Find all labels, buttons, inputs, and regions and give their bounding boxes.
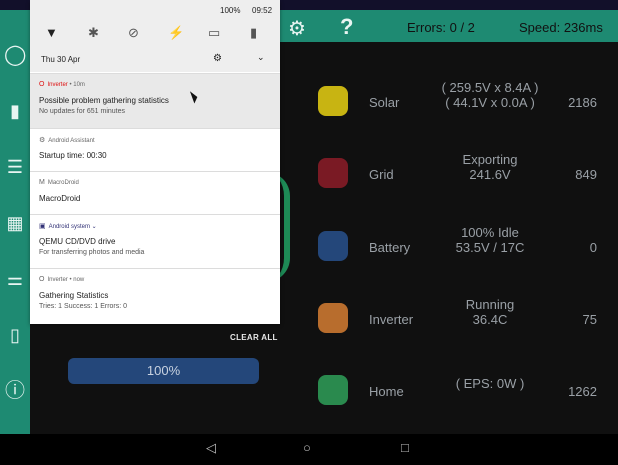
left-nav: ◯ ▮ ☰ ▦ ⚌ ▯ ⓘ xyxy=(0,42,30,434)
battery-percent: 100% xyxy=(220,6,241,15)
notif-text: No updates for 651 minutes xyxy=(39,108,125,115)
notif-meta: ⌄ xyxy=(91,224,97,230)
row-value-line1: Running xyxy=(465,297,515,312)
notif-meta: • 10m xyxy=(69,82,85,88)
notif-text: Tries: 1 Success: 1 Errors: 0 xyxy=(39,303,128,310)
android-nav-bar: ◁ ○ □ xyxy=(0,434,618,465)
notification-item[interactable]: O Inverter • now Gathering Statistics Tri… xyxy=(30,268,280,324)
notif-meta: • now xyxy=(69,277,85,283)
wifi-icon[interactable]: ▼ xyxy=(45,25,58,40)
notif-title: QEMU CD/DVD drive xyxy=(39,237,116,246)
notification-item[interactable]: O Inverter • 10m Possible problem gatheri… xyxy=(30,73,280,129)
inverter-app-icon: O xyxy=(39,81,45,88)
battery-indicator xyxy=(318,231,348,261)
progress-label: 100% xyxy=(146,363,181,378)
row-value-line2: 36.4C xyxy=(472,312,508,327)
notification-shade: 100% 09:52 ▼ ✱ ⊘ ⚡ ▭ ▮ Thu 30 Apr ⚙ ⌄ OI… xyxy=(30,0,280,324)
row-value-line1: ( EPS: 0W ) xyxy=(455,376,525,391)
row-value-line1: Exporting xyxy=(462,152,518,167)
row-value-line2: 53.5V / 17C xyxy=(455,240,525,255)
row-number: 2186 xyxy=(568,95,597,110)
nav-circle-icon[interactable]: ◯ xyxy=(4,44,26,66)
notif-title: Startup time: 00:30 xyxy=(39,151,107,160)
nav-calendar-icon[interactable]: ▦ xyxy=(4,212,26,234)
dnd-off-icon[interactable]: ⊘ xyxy=(128,25,139,41)
clear-all-button[interactable]: CLEAR ALL xyxy=(230,333,278,342)
row-value-line1: 100% Idle xyxy=(461,225,519,240)
row-label: Inverter xyxy=(369,312,414,327)
row-label: Solar xyxy=(369,95,400,110)
assistant-app-icon: ⚙ xyxy=(39,137,46,144)
nav-list-icon[interactable]: ☰ xyxy=(4,156,26,178)
row-label: Home xyxy=(369,384,404,399)
inverter-app-icon: O xyxy=(39,276,45,283)
quick-settings: 100% 09:52 ▼ ✱ ⊘ ⚡ ▭ ▮ Thu 30 Apr ⚙ ⌄ xyxy=(30,0,280,72)
errors-counter: Errors: 0 / 2 xyxy=(407,20,475,35)
flashlight-off-icon[interactable]: ⚡ xyxy=(168,25,184,41)
row-value-line2: 241.6V xyxy=(469,167,511,182)
notif-app-name: Android Assistant xyxy=(48,138,95,144)
back-icon[interactable]: ◁ xyxy=(206,440,216,456)
clock: 09:52 xyxy=(252,6,273,15)
row-number: 0 xyxy=(589,240,597,255)
bluetooth-off-icon[interactable]: ✱ xyxy=(88,25,99,41)
battery-saver-icon[interactable]: ▮ xyxy=(250,25,257,41)
home-indicator xyxy=(318,375,348,405)
nav-battery-icon[interactable]: ▯ xyxy=(4,324,26,346)
notif-text: For transferring photos and media xyxy=(39,249,145,256)
notification-item[interactable]: ⚙ Android Assistant Startup time: 00:30 xyxy=(30,128,280,172)
notif-title: MacroDroid xyxy=(39,194,81,203)
inverter-indicator xyxy=(318,303,348,333)
rotate-icon[interactable]: ▭ xyxy=(208,25,220,41)
android-system-app-icon: ▣ xyxy=(39,223,46,230)
settings-icon[interactable]: ⚙ xyxy=(213,53,222,64)
nav-chart-icon[interactable]: ▮ xyxy=(4,100,26,122)
notif-app-name: Inverter xyxy=(47,82,68,88)
row-value-line1: ( 259.5V x 8.4A ) xyxy=(441,80,539,95)
date-label: Thu 30 Apr xyxy=(41,55,81,64)
notif-title: Gathering Statistics xyxy=(39,291,109,300)
home-icon[interactable]: ○ xyxy=(303,440,311,455)
speed-readout: Speed: 236ms xyxy=(519,20,603,35)
notification-item[interactable]: M MacroDroid MacroDroid xyxy=(30,171,280,215)
macrodroid-app-icon: M xyxy=(39,179,45,186)
solar-indicator xyxy=(318,86,348,116)
chevron-down-icon[interactable]: ⌄ xyxy=(257,52,265,63)
row-label: Battery xyxy=(369,240,411,255)
row-value-line2: ( 44.1V x 0.0A ) xyxy=(445,95,535,110)
notif-app-name: Android system xyxy=(48,224,90,230)
help-icon[interactable]: ? xyxy=(340,14,353,40)
notif-app-name: Inverter xyxy=(47,277,68,283)
nav-alert-icon[interactable]: ⓘ xyxy=(4,380,26,402)
recents-icon[interactable]: □ xyxy=(401,440,409,455)
progress-bar: 100% xyxy=(68,358,259,384)
settings-gear-icon[interactable]: ⚙ xyxy=(288,16,306,41)
nav-sliders-icon[interactable]: ⚌ xyxy=(4,268,26,290)
notif-title: Possible problem gathering statistics xyxy=(39,96,169,105)
row-number: 1262 xyxy=(568,384,597,399)
row-label: Grid xyxy=(369,167,394,182)
grid-indicator xyxy=(318,158,348,188)
notification-item[interactable]: ▣ Android system ⌄ QEMU CD/DVD drive For … xyxy=(30,214,280,269)
notif-app-name: MacroDroid xyxy=(47,180,79,186)
row-number: 849 xyxy=(575,167,597,182)
row-number: 75 xyxy=(582,312,597,327)
